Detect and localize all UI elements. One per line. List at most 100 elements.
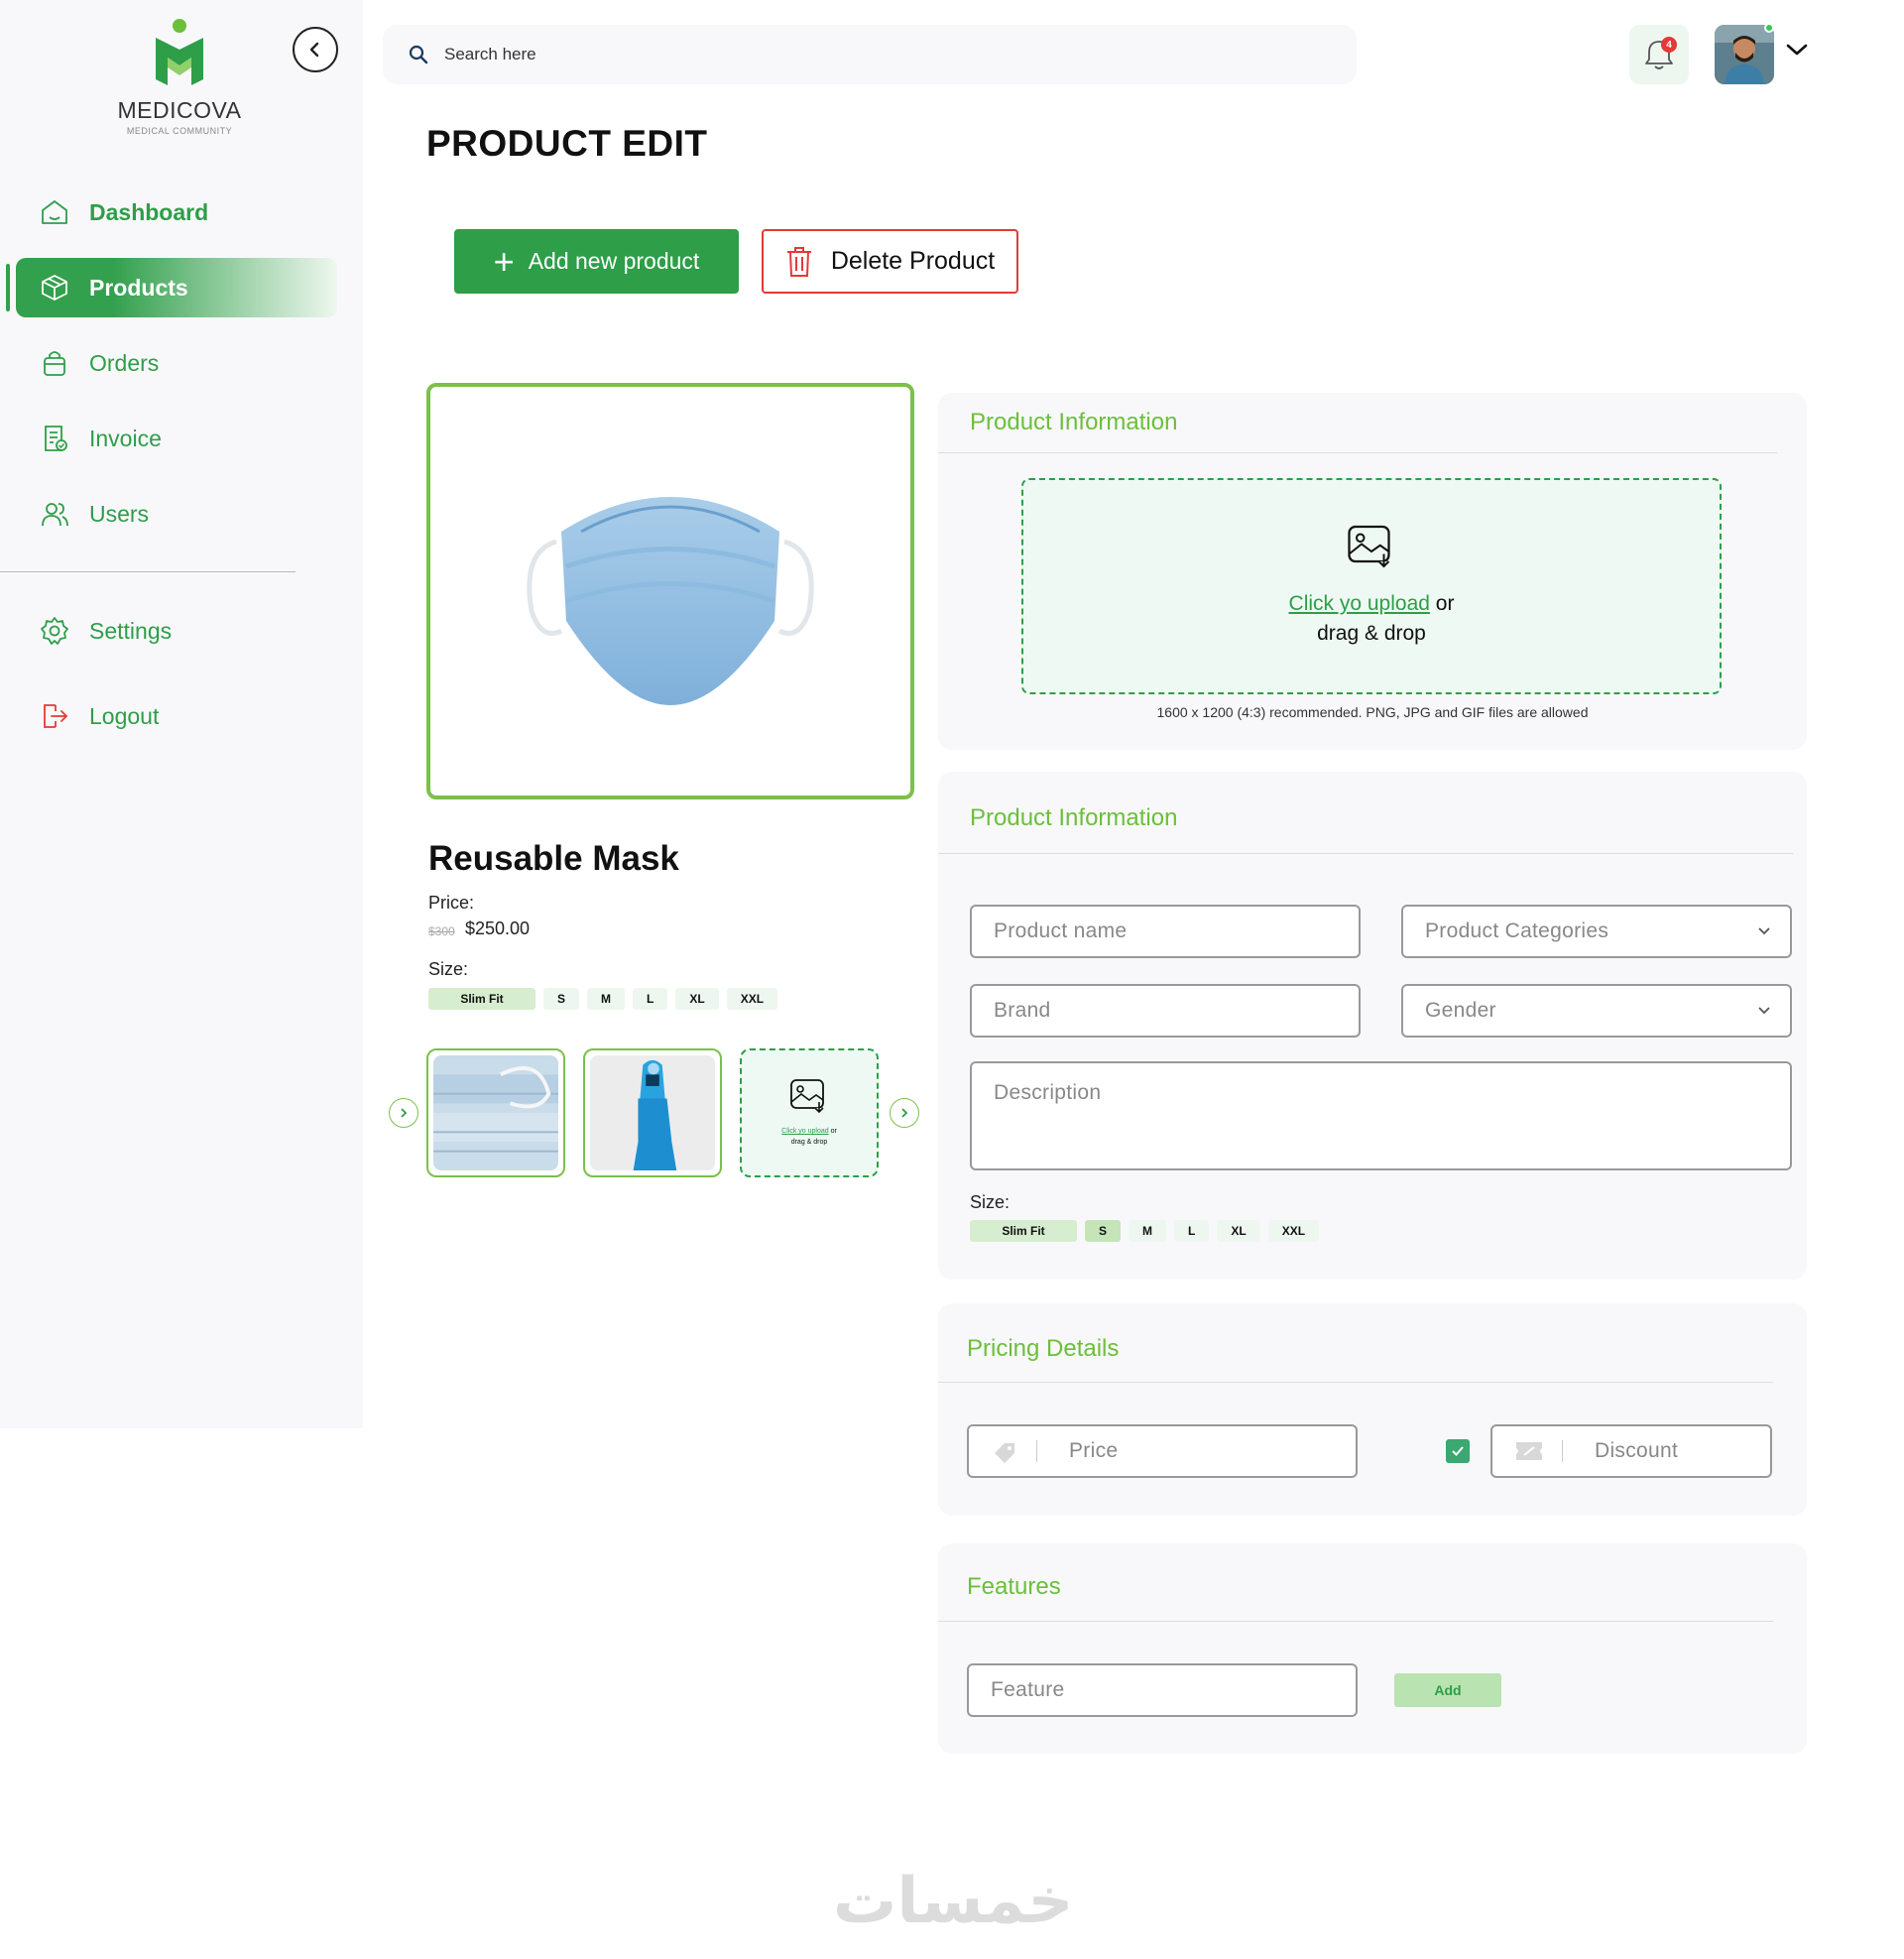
sidebar-item-dashboard[interactable]: Dashboard: [16, 183, 337, 242]
logout-icon: [38, 699, 71, 733]
watermark: خمسات: [833, 1865, 1074, 1938]
delete-product-label: Delete Product: [830, 247, 996, 275]
avatar[interactable]: [1715, 25, 1774, 84]
image-upload-icon: [1348, 525, 1390, 568]
dropzone-text: Click yo upload or drag & drop: [1289, 589, 1455, 649]
sidebar-item-logout[interactable]: Logout: [16, 686, 337, 746]
users-icon: [38, 497, 71, 531]
sidebar-item-label: Users: [89, 500, 150, 527]
size-chip-slim-fit[interactable]: Slim Fit: [970, 1220, 1077, 1242]
product-main-image[interactable]: [426, 383, 914, 799]
image-dropzone[interactable]: Click yo upload or drag & drop: [1021, 478, 1722, 694]
sidebar-item-products[interactable]: Products: [16, 258, 337, 317]
thumbnail-upload-zone[interactable]: Click yo upload or drag & drop: [740, 1048, 879, 1177]
card-divider: [938, 1382, 1773, 1383]
chevron-down-icon: [1758, 927, 1770, 935]
product-thumbnail[interactable]: [426, 1048, 565, 1177]
product-thumbnail[interactable]: [583, 1048, 722, 1177]
size-chip-s[interactable]: S: [1085, 1220, 1122, 1242]
size-options: Slim Fit S M L XL XXL: [970, 1220, 1320, 1242]
collapse-sidebar-button[interactable]: [293, 27, 338, 72]
upload-drag-text: drag & drop: [1317, 622, 1426, 645]
sidebar-item-invoice[interactable]: Invoice: [16, 409, 337, 468]
search-bar[interactable]: Search here: [383, 25, 1357, 84]
brand-tagline: MEDICAL COMMUNITY: [126, 126, 233, 136]
size-chip-s[interactable]: S: [543, 988, 580, 1010]
size-chip-xl[interactable]: XL: [1217, 1220, 1260, 1242]
search-icon: [409, 45, 428, 64]
brand-field[interactable]: Brand: [970, 984, 1361, 1038]
card-title: Product Information: [970, 804, 1178, 831]
online-status-dot: [1764, 23, 1774, 33]
image-upload-card: Product Information Click yo upload or d…: [938, 393, 1807, 750]
gender-select[interactable]: Gender: [1401, 984, 1792, 1038]
medicova-logo-icon: [156, 19, 203, 85]
product-info-card: Product Information Product name Product…: [938, 772, 1807, 1280]
sidebar-item-orders[interactable]: Orders: [16, 333, 337, 393]
size-chip-m[interactable]: M: [587, 988, 626, 1010]
card-divider: [938, 853, 1793, 854]
thermometer-image: [590, 1055, 715, 1170]
product-name-field[interactable]: Product name: [970, 905, 1361, 958]
box-icon: [38, 271, 71, 305]
card-title: Features: [967, 1573, 1061, 1600]
card-divider: [938, 1621, 1773, 1622]
current-price: $250.00: [465, 918, 531, 938]
select-placeholder: Gender: [1425, 999, 1496, 1022]
shopping-bag-icon: [38, 346, 71, 380]
price-label: Price:: [428, 893, 475, 913]
logo[interactable]: MEDICOVA MEDICAL COMMUNITY: [109, 18, 250, 136]
card-divider: [938, 452, 1777, 453]
features-card: Features Feature Add: [938, 1543, 1807, 1754]
size-chip-xxl[interactable]: XXL: [1267, 1220, 1320, 1242]
chevron-right-icon: [901, 1108, 908, 1118]
size-chip-l[interactable]: L: [1174, 1220, 1210, 1242]
size-chip-m[interactable]: M: [1129, 1220, 1167, 1242]
sidebar-item-label: Dashboard: [89, 198, 209, 225]
product-categories-select[interactable]: Product Categories: [1401, 905, 1792, 958]
discount-ticket-icon: [1514, 1440, 1544, 1462]
thumbnail-prev-button[interactable]: [389, 1098, 418, 1128]
size-chip-xxl[interactable]: XXL: [726, 988, 778, 1010]
upload-drag-text: drag & drop: [790, 1139, 828, 1146]
description-field[interactable]: Description: [970, 1061, 1792, 1170]
discount-field[interactable]: Discount: [1490, 1424, 1772, 1478]
size-chip-l[interactable]: L: [633, 988, 668, 1010]
mask-stack-image: [433, 1055, 558, 1170]
price-field[interactable]: Price: [967, 1424, 1358, 1478]
chevron-left-icon: [309, 42, 319, 58]
notifications-button[interactable]: 4: [1629, 25, 1689, 84]
add-feature-button[interactable]: Add: [1394, 1673, 1501, 1707]
feature-field[interactable]: Feature: [967, 1663, 1358, 1717]
thumbnail-next-button[interactable]: [890, 1098, 919, 1128]
sidebar-item-label: Orders: [89, 349, 160, 376]
card-title: Product Information: [970, 409, 1178, 435]
size-label: Size:: [970, 1192, 1011, 1212]
thumbnail-upload-link[interactable]: Click yo upload: [781, 1128, 828, 1135]
upload-link[interactable]: Click yo upload: [1289, 592, 1430, 615]
chevron-right-icon: [401, 1108, 408, 1118]
sidebar-item-users[interactable]: Users: [16, 484, 337, 544]
invoice-icon: [38, 422, 71, 455]
delete-product-button[interactable]: Delete Product: [762, 229, 1018, 294]
upload-or-text: or: [830, 1128, 837, 1135]
discount-checkbox[interactable]: [1446, 1439, 1470, 1463]
sidebar-item-label: Logout: [89, 702, 160, 729]
size-label: Size:: [428, 959, 469, 979]
add-product-label: Add new product: [528, 248, 700, 274]
size-chip-slim-fit[interactable]: Slim Fit: [428, 988, 536, 1010]
price-placeholder: Price: [1069, 1439, 1119, 1462]
sidebar-item-label: Settings: [89, 617, 173, 644]
upload-hint: 1600 x 1200 (4:3) recommended. PNG, JPG …: [1156, 704, 1589, 720]
notification-badge: 4: [1661, 37, 1677, 53]
search-input[interactable]: Search here: [444, 45, 536, 64]
upload-or-text: or: [1435, 592, 1455, 615]
size-chip-xl[interactable]: XL: [675, 988, 719, 1010]
profile-menu-toggle[interactable]: [1785, 42, 1809, 62]
product-name: Reusable Mask: [428, 839, 679, 878]
check-icon: [1452, 1446, 1464, 1456]
sidebar-item-settings[interactable]: Settings: [16, 601, 337, 661]
add-product-button[interactable]: + Add new product: [454, 229, 739, 294]
card-title: Pricing Details: [967, 1335, 1120, 1362]
price-tag-icon: [991, 1439, 1018, 1463]
